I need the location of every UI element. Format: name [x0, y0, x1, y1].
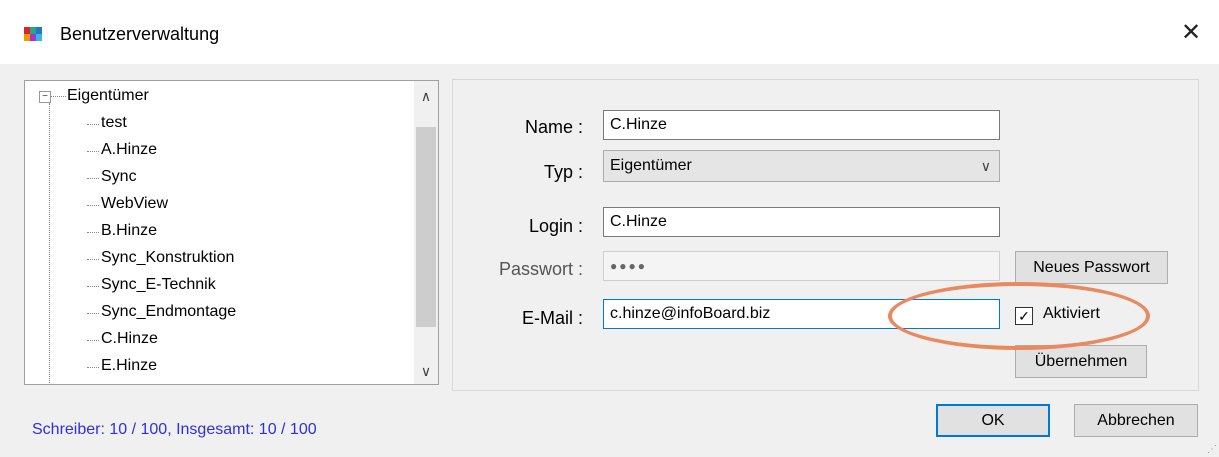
tree-connector	[87, 367, 99, 368]
tree-connector	[87, 259, 99, 260]
uebernehmen-button[interactable]: Übernehmen	[1015, 345, 1147, 378]
scroll-thumb[interactable]	[416, 127, 436, 327]
tree-item-label: Sync_Endmontage	[101, 303, 237, 320]
tree-connector	[87, 313, 99, 314]
tree-item[interactable]: test	[87, 114, 127, 132]
passwort-field: ●●●●	[603, 251, 1000, 281]
abbrechen-button[interactable]: Abbrechen	[1074, 404, 1198, 437]
typ-selected-value: Eigentümer	[610, 157, 692, 174]
scroll-up-icon[interactable]: ∧	[414, 85, 438, 107]
chevron-down-icon: ∨	[980, 158, 991, 174]
app-icon	[24, 27, 42, 41]
email-field[interactable]: c.hinze@infoBoard.biz	[603, 299, 1000, 329]
aktiviert-label: Aktiviert	[1043, 305, 1100, 322]
name-label: Name :	[524, 117, 583, 137]
tree-item-label: Sync	[101, 168, 137, 185]
tree-item[interactable]: Sync	[87, 168, 137, 186]
passwort-label: Passwort :	[498, 259, 583, 279]
tree-item[interactable]: A.Hinze	[87, 141, 158, 159]
status-text: Schreiber: 10 / 100, Insgesamt: 10 / 100	[32, 421, 317, 438]
tree-item[interactable]: Sync_Konstruktion	[87, 249, 235, 267]
title-bar: Benutzerverwaltung ✕	[0, 0, 1219, 64]
tree-item[interactable]: B.Hinze	[87, 222, 158, 240]
tree-connector	[87, 286, 99, 287]
resize-grip-icon[interactable]: ⋰	[1207, 444, 1217, 455]
tree-item[interactable]: WebView	[87, 195, 168, 213]
tree-connector	[50, 96, 66, 97]
neues-passwort-button[interactable]: Neues Passwort	[1015, 251, 1168, 284]
tree-item-label: test	[101, 114, 127, 131]
tree-root-eigentuemer[interactable]: − Eigentümer	[39, 87, 149, 105]
typ-select[interactable]: Eigentümer ∨	[603, 150, 1000, 182]
tree-item-label: E.Hinze	[101, 357, 158, 374]
tree-connector	[87, 178, 99, 179]
collapse-toggle-icon[interactable]: −	[39, 91, 51, 103]
login-label: Login :	[528, 216, 583, 236]
tree-item-label: B.Hinze	[101, 222, 158, 239]
window-title: Benutzerverwaltung	[60, 24, 220, 44]
close-icon[interactable]: ✕	[1176, 20, 1206, 46]
tree-connector	[87, 151, 99, 152]
tree-connector	[87, 205, 99, 206]
tree-root-label: Eigentümer	[67, 87, 149, 104]
checkbox-check-icon[interactable]: ✓	[1015, 307, 1033, 325]
tree-item-label: A.Hinze	[101, 141, 158, 158]
tree-connector	[49, 103, 50, 384]
tree-item-label: WebView	[101, 195, 168, 212]
tree-item-label: C.Hinze	[101, 330, 158, 347]
name-field[interactable]: C.Hinze	[603, 110, 1000, 140]
login-field[interactable]: C.Hinze	[603, 207, 1000, 237]
tree-item[interactable]: E.Hinze	[87, 357, 158, 375]
tree-item-label: Sync_E-Technik	[101, 276, 216, 293]
user-tree[interactable]: − Eigentümer test A.Hinze Sync WebView B.Hin…	[24, 80, 439, 385]
tree-item[interactable]: C.Hinze	[87, 330, 158, 348]
typ-label: Typ :	[543, 162, 583, 182]
tree-connector	[87, 232, 99, 233]
scroll-down-icon[interactable]: ∨	[414, 360, 438, 382]
tree-connector	[87, 124, 99, 125]
tree-scrollbar[interactable]: ∧ ∨	[414, 81, 438, 384]
email-label: E-Mail :	[521, 308, 583, 328]
tree-item[interactable]: Sync_E-Technik	[87, 276, 216, 294]
tree-item[interactable]: Sync_Endmontage	[87, 303, 237, 321]
tree-connector	[87, 340, 99, 341]
ok-button[interactable]: OK	[936, 404, 1050, 437]
tree-item-label: Sync_Konstruktion	[101, 249, 235, 266]
